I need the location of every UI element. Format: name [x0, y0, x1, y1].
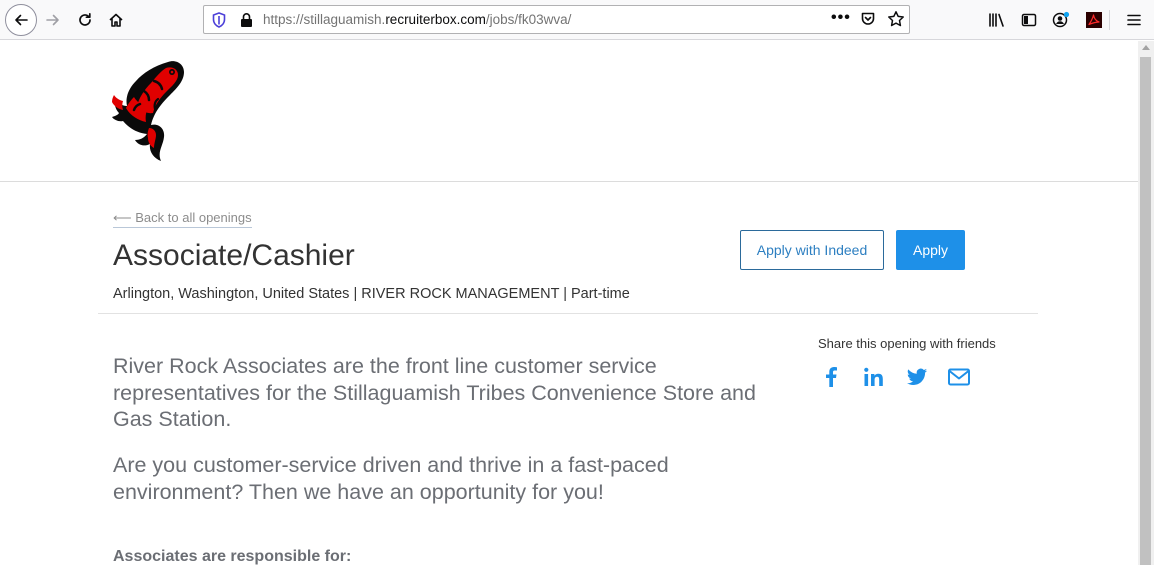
home-button[interactable] [101, 5, 131, 35]
page-actions-menu-button[interactable]: ••• [831, 9, 851, 27]
back-button[interactable] [5, 4, 37, 36]
job-title: Associate/Cashier [113, 239, 355, 272]
facebook-icon[interactable] [824, 366, 838, 388]
reload-icon [79, 12, 91, 26]
adobe-pdf-icon [1086, 12, 1102, 28]
email-icon[interactable] [947, 366, 971, 388]
app-menu-button[interactable] [1119, 5, 1149, 35]
arrow-right-icon [46, 14, 59, 26]
lock-icon[interactable] [240, 12, 253, 28]
scrollbar-thumb[interactable] [1140, 57, 1151, 565]
job-meta: Arlington, Washington, United States | R… [113, 286, 630, 302]
reload-button[interactable] [70, 5, 100, 35]
sidebar-icon [1021, 13, 1037, 27]
account-icon [1052, 11, 1070, 28]
hamburger-menu-icon [1127, 14, 1141, 26]
library-button[interactable] [982, 5, 1012, 35]
account-button[interactable] [1046, 5, 1076, 35]
bookmark-star-icon[interactable] [887, 10, 905, 28]
responsibilities-heading: Associates are responsible for: [113, 548, 352, 565]
twitter-icon[interactable] [906, 366, 928, 388]
description-paragraph: River Rock Associates are the front line… [113, 354, 756, 431]
share-label: Share this opening with friends [818, 336, 996, 351]
header-divider [98, 313, 1038, 314]
linkedin-icon[interactable] [863, 366, 885, 388]
forward-button[interactable] [38, 5, 68, 35]
url-text[interactable]: https://stillaguamish.recruiterbox.com/j… [263, 12, 571, 27]
apply-with-indeed-button[interactable]: Apply with Indeed [740, 230, 884, 270]
browser-toolbar: https://stillaguamish.recruiterbox.com/j… [0, 0, 1154, 40]
shield-icon[interactable] [212, 12, 226, 28]
toolbar-separator [1109, 10, 1110, 30]
site-header [0, 41, 1138, 182]
apply-button[interactable]: Apply [896, 230, 965, 270]
url-bar[interactable]: https://stillaguamish.recruiterbox.com/j… [203, 5, 910, 34]
pdf-extension-button[interactable] [1079, 5, 1109, 35]
salmon-logo-icon[interactable] [96, 59, 188, 163]
sidebar-button[interactable] [1014, 5, 1044, 35]
pocket-icon[interactable] [860, 11, 876, 27]
description-paragraph: Are you customer-service driven and thri… [113, 453, 669, 504]
home-icon [109, 13, 123, 27]
arrow-left-icon [15, 14, 28, 26]
page-viewport: ⟵ Back to all openings Associate/Cashier… [0, 41, 1138, 565]
library-icon [989, 13, 1004, 27]
back-to-openings-link[interactable]: ⟵ Back to all openings [113, 210, 252, 228]
scroll-up-arrow-icon[interactable] [1142, 44, 1150, 50]
page-scrollbar[interactable] [1138, 41, 1154, 565]
